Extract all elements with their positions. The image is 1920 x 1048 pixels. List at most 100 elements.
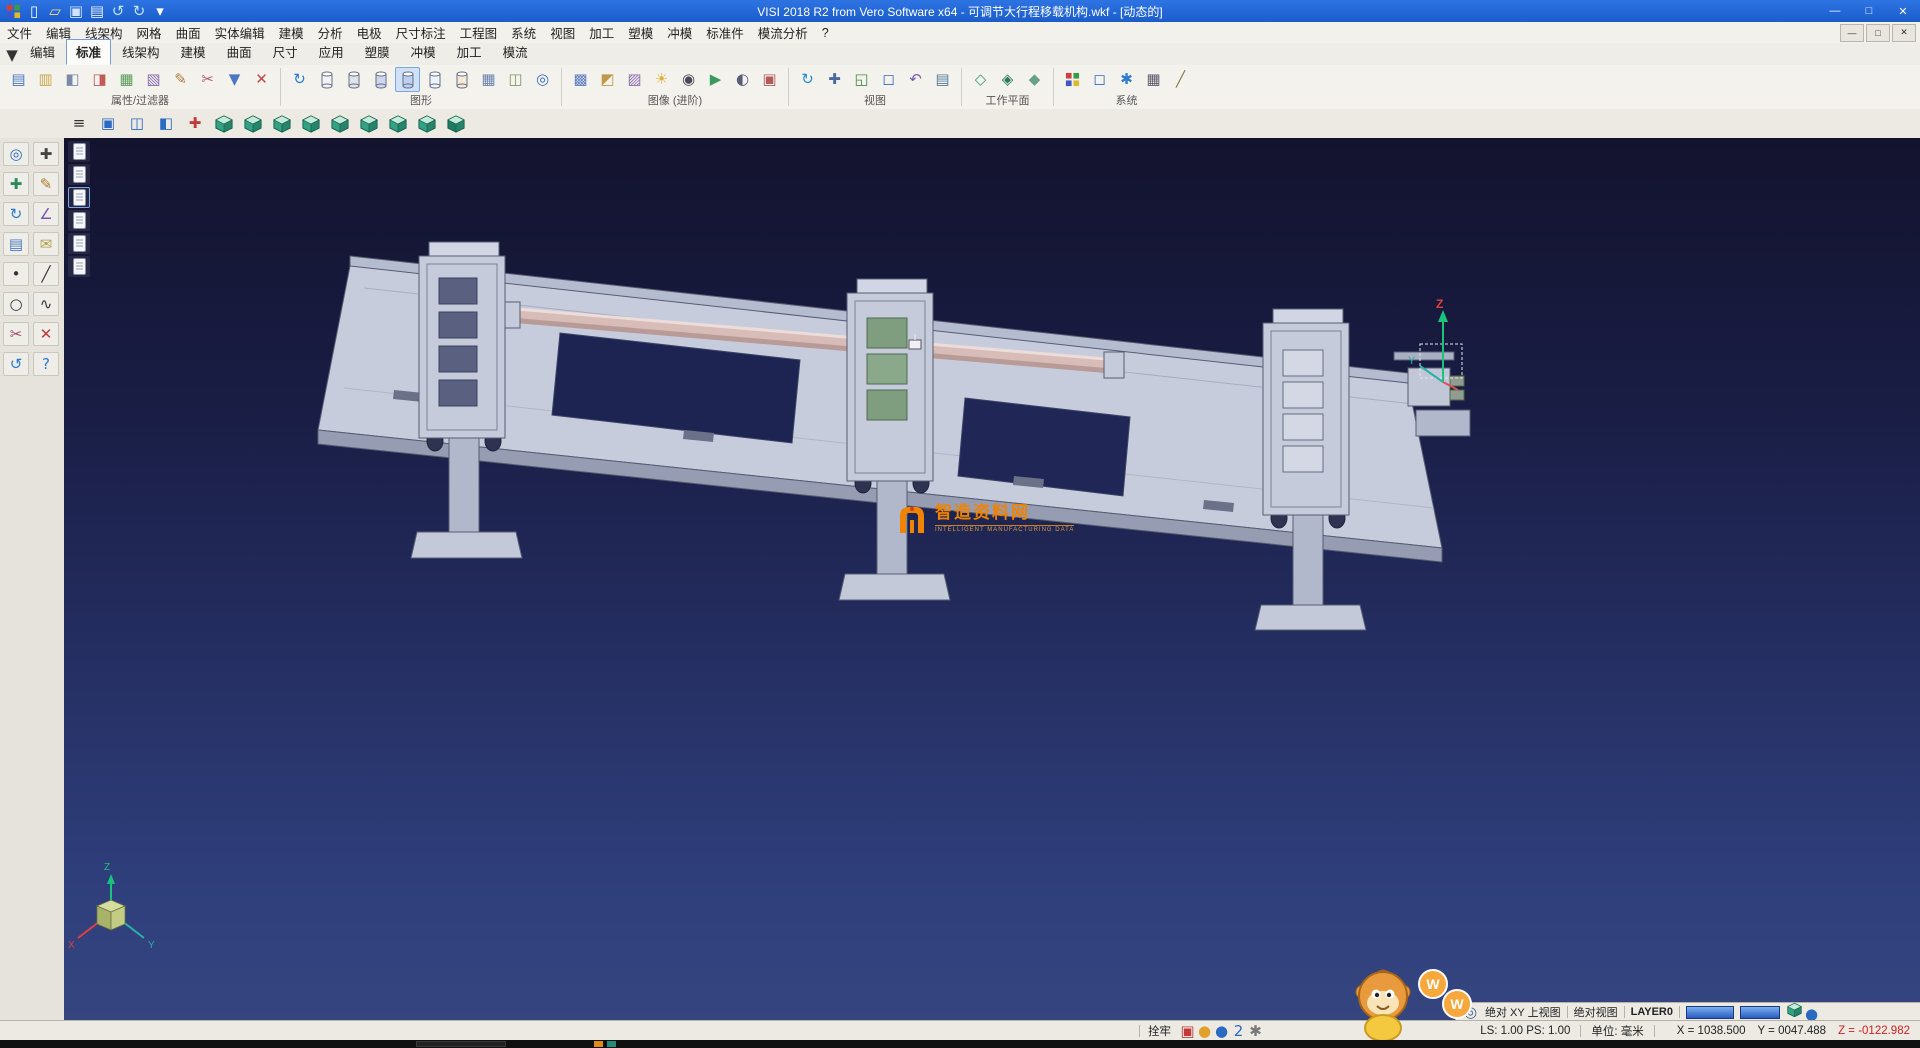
mesh-view-icon[interactable]: ▦ [476, 67, 501, 92]
view-right-icon[interactable] [414, 112, 440, 136]
tab-wireframe[interactable]: 线架构 [112, 39, 170, 65]
print-icon[interactable]: ▤ [87, 2, 107, 20]
measure-tool-icon[interactable]: ∠ [33, 202, 59, 226]
redo-icon[interactable]: ↻ [129, 2, 149, 20]
line-tool-icon[interactable]: ╱ [33, 262, 59, 286]
windows-taskbar[interactable] [0, 1040, 1920, 1048]
status-flag-icon[interactable]: ▣ [1179, 1024, 1196, 1039]
maximize-button[interactable]: □ [1852, 0, 1886, 22]
zoom-window-icon[interactable]: ◱ [849, 67, 874, 92]
render-icon[interactable]: ▩ [568, 67, 593, 92]
tab-standard[interactable]: 标准 [66, 39, 111, 65]
lights-icon[interactable]: ☀ [649, 67, 674, 92]
zoom-model-icon[interactable]: ◎ [530, 67, 555, 92]
view-menu-icon[interactable]: ≡ [66, 112, 92, 136]
palette-icon[interactable] [1060, 67, 1085, 92]
view-reference[interactable]: 绝对 XY 上视图 [1485, 1004, 1561, 1020]
filter-off-icon[interactable]: ✕ [249, 67, 274, 92]
tab-dimension[interactable]: 尺寸 [263, 39, 308, 65]
shaded-icon[interactable] [368, 67, 393, 92]
menu-view[interactable]: 视图 [543, 21, 582, 44]
undo-tool-icon[interactable]: ↺ [3, 352, 29, 376]
tab-modeling[interactable]: 建模 [171, 39, 216, 65]
units-readout[interactable]: 单位: 毫米 [1591, 1023, 1643, 1039]
viewport-quad-icon[interactable]: ◫ [124, 112, 150, 136]
status-count-badge[interactable]: 2 [1230, 1024, 1247, 1039]
redraw-icon[interactable]: ↻ [287, 67, 312, 92]
curve-tool-icon[interactable]: ∿ [33, 292, 59, 316]
animation-icon[interactable]: ▶ [703, 67, 728, 92]
texture-icon[interactable]: ▨ [622, 67, 647, 92]
filter-select-icon[interactable]: ◧ [60, 67, 85, 92]
quick-access-toolbar[interactable]: ▯▱▣▤↺↻▾ [0, 2, 170, 20]
select-tool-icon[interactable]: ✚ [33, 142, 59, 166]
filter-type-icon[interactable]: ▧ [141, 67, 166, 92]
qat-overflow-icon[interactable]: ▾ [150, 2, 170, 20]
menu-mold[interactable]: 塑模 [621, 21, 660, 44]
child-minimize-button[interactable]: — [1840, 24, 1864, 42]
open-file-icon[interactable]: ▱ [45, 2, 65, 20]
menu-help[interactable]: ? [815, 24, 836, 42]
view-left-icon[interactable] [385, 112, 411, 136]
app-icon[interactable] [3, 2, 23, 20]
circle-tool-icon[interactable]: ○ [3, 292, 29, 316]
status-gear-icon[interactable]: ✱ [1247, 1024, 1264, 1039]
cad-model[interactable]: Z Y Z X Y [64, 138, 1920, 1020]
view-top-icon[interactable] [269, 112, 295, 136]
lock-toggle[interactable]: 拴牢 [1148, 1023, 1171, 1039]
close-button[interactable]: ✕ [1886, 0, 1920, 22]
workplane-entity-icon[interactable]: ◈ [995, 67, 1020, 92]
status-lamp-icon[interactable]: ● [1196, 1024, 1213, 1039]
status-dot-icon[interactable]: ● [1213, 1024, 1230, 1039]
view-front-icon[interactable] [327, 112, 353, 136]
zoom-tool-icon[interactable]: ◎ [3, 142, 29, 166]
view-bottom-icon[interactable] [298, 112, 324, 136]
view-refresh-icon[interactable]: ✚ [182, 112, 208, 136]
viewport-single-icon[interactable]: ▣ [95, 112, 121, 136]
view-absolute[interactable]: 绝对视图 [1574, 1004, 1618, 1020]
compare-icon[interactable]: ◫ [503, 67, 528, 92]
layer-color-bar-2[interactable] [1740, 1006, 1780, 1019]
filter-layer-icon[interactable]: ▦ [114, 67, 139, 92]
viewport-layout-icon[interactable]: ◧ [153, 112, 179, 136]
paint-attributes-icon[interactable]: ✎ [168, 67, 193, 92]
child-restore-button[interactable]: □ [1866, 24, 1890, 42]
previous-view-icon[interactable]: ↶ [903, 67, 928, 92]
menu-die[interactable]: 冲模 [660, 21, 699, 44]
undo-icon[interactable]: ↺ [108, 2, 128, 20]
taskbar-app-orange[interactable] [594, 1041, 603, 1047]
view-dynamic-icon[interactable] [443, 112, 469, 136]
camera-icon[interactable]: ◉ [676, 67, 701, 92]
taskbar-app-teal[interactable] [607, 1041, 616, 1047]
hidden-line-icon[interactable] [341, 67, 366, 92]
materials-icon[interactable]: ◩ [595, 67, 620, 92]
filter-color-icon[interactable]: ◨ [87, 67, 112, 92]
menu-flow-analysis[interactable]: 模流分析 [751, 21, 815, 44]
tab-edit[interactable]: 编辑 [20, 39, 65, 65]
pan-view-icon[interactable]: ✚ [822, 67, 847, 92]
section-view-icon[interactable] [449, 67, 474, 92]
tab-molding[interactable]: 塑膜 [355, 39, 400, 65]
tab-flow[interactable]: 模流 [493, 39, 538, 65]
menu-machining[interactable]: 加工 [582, 21, 621, 44]
new-file-icon[interactable]: ▯ [24, 2, 44, 20]
grid-icon[interactable]: ▦ [1141, 67, 1166, 92]
minimize-button[interactable]: — [1818, 0, 1852, 22]
layer-color-bar-1[interactable] [1686, 1006, 1734, 1019]
viewport-3d[interactable]: Z Y Z X Y 智造资料网 INTE [64, 138, 1920, 1020]
point-tool-icon[interactable]: • [3, 262, 29, 286]
tab-die[interactable]: 冲模 [401, 39, 446, 65]
workplane-icon[interactable]: ◇ [968, 67, 993, 92]
delete-tool-icon[interactable]: ✕ [33, 322, 59, 346]
transparent-icon[interactable] [422, 67, 447, 92]
view-manager-icon[interactable]: ▤ [930, 67, 955, 92]
properties-icon[interactable]: ▤ [6, 67, 31, 92]
trim-tool-icon[interactable]: ✂ [3, 322, 29, 346]
active-layer[interactable]: LAYER0 [1631, 1006, 1673, 1018]
view-iso-icon[interactable] [211, 112, 237, 136]
snapshot-icon[interactable]: ▣ [757, 67, 782, 92]
toolbar-options-caret-icon[interactable]: ▼ [4, 47, 20, 63]
shaded-edges-icon[interactable] [395, 67, 420, 92]
rotate-view-icon[interactable]: ↻ [795, 67, 820, 92]
menu-standard-parts[interactable]: 标准件 [699, 21, 751, 44]
